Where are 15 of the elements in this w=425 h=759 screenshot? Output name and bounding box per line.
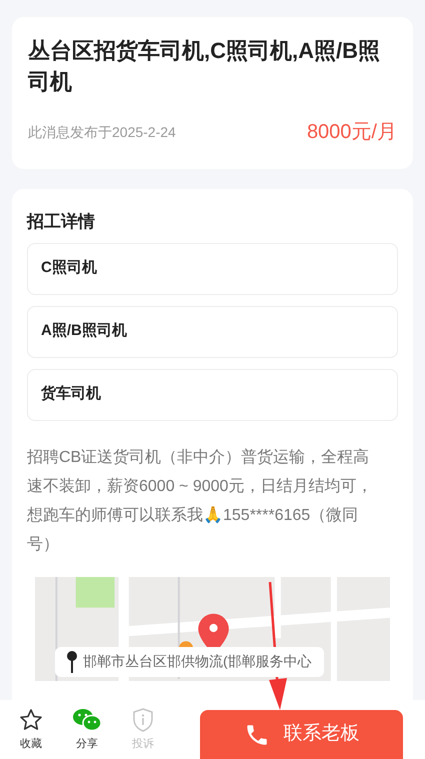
- address-text: 邯郸市丛台区邯供物流(邯郸服务中心: [83, 652, 312, 671]
- section-heading: 招工详情: [27, 211, 96, 233]
- job-description: 招聘CB证送货司机（非中介）普货运输，全程高速不装卸，薪资6000 ~ 9000元，日结月结均可，想跑车的师傅可以联系我🙏155****6165（微同号）: [27, 447, 374, 554]
- chat-icon: [72, 708, 102, 732]
- job-tag: 货车司机: [27, 368, 398, 420]
- star-icon: [19, 708, 43, 732]
- job-tag: C照司机: [27, 242, 398, 294]
- job-tag: A照/B照司机: [27, 306, 398, 358]
- action-button[interactable]: 收藏: [20, 736, 42, 753]
- pin-icon: [67, 650, 77, 672]
- posted-date: 此消息发布于2025-2-24: [28, 122, 176, 142]
- action-button[interactable]: 分享: [76, 736, 98, 753]
- shield-icon: [132, 708, 154, 732]
- salary: 8000元/月: [306, 120, 397, 145]
- job-title: 丛台区招货车司机,C照司机,A照/B照司机: [28, 37, 381, 96]
